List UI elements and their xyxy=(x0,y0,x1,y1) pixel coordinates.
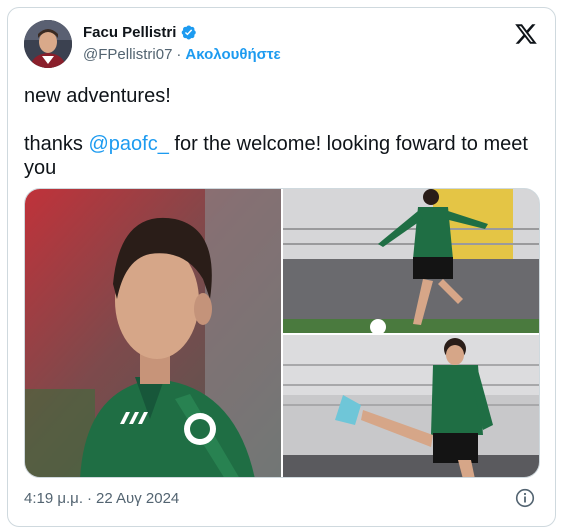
separator-dot: · xyxy=(176,46,182,63)
tweet-date: 22 Αυγ 2024 xyxy=(95,490,180,507)
author-display-name[interactable]: Facu Pellistri xyxy=(83,24,176,41)
media-grid xyxy=(24,188,540,478)
tweet-line-1: new adventures! xyxy=(24,85,171,107)
timestamp-separator: · xyxy=(86,490,92,507)
tweet-time: 4:19 μ.μ. xyxy=(24,490,83,507)
author-name-row: Facu Pellistri xyxy=(83,24,197,41)
tweet-line-2: thanks @paofc_ for the welcome! looking … xyxy=(24,132,544,180)
follow-button[interactable]: Ακολουθήστε xyxy=(185,46,280,63)
tweet-text: new adventures! thanks @paofc_ for the w… xyxy=(24,84,544,180)
author-handle-row: @FPellistri07 · Ακολουθήστε xyxy=(83,46,281,63)
author-handle[interactable]: @FPellistri07 xyxy=(83,46,172,63)
photo-portrait[interactable] xyxy=(25,189,281,477)
tweet-line-2-prefix: thanks xyxy=(24,133,89,155)
mention-link[interactable]: @paofc_ xyxy=(88,133,168,155)
verified-badge-icon xyxy=(180,24,197,41)
photo-kicking-ball[interactable] xyxy=(283,189,539,333)
avatar[interactable] xyxy=(24,20,72,68)
avatar-image xyxy=(24,20,72,68)
timestamp-row[interactable]: 4:19 μ.μ. · 22 Αυγ 2024 xyxy=(24,490,179,507)
x-logo-icon[interactable] xyxy=(514,22,538,46)
tweet-card: Facu Pellistri @FPellistri07 · Ακολουθήσ… xyxy=(7,7,556,527)
photo-stretching[interactable] xyxy=(283,335,539,477)
info-icon[interactable] xyxy=(515,488,535,508)
